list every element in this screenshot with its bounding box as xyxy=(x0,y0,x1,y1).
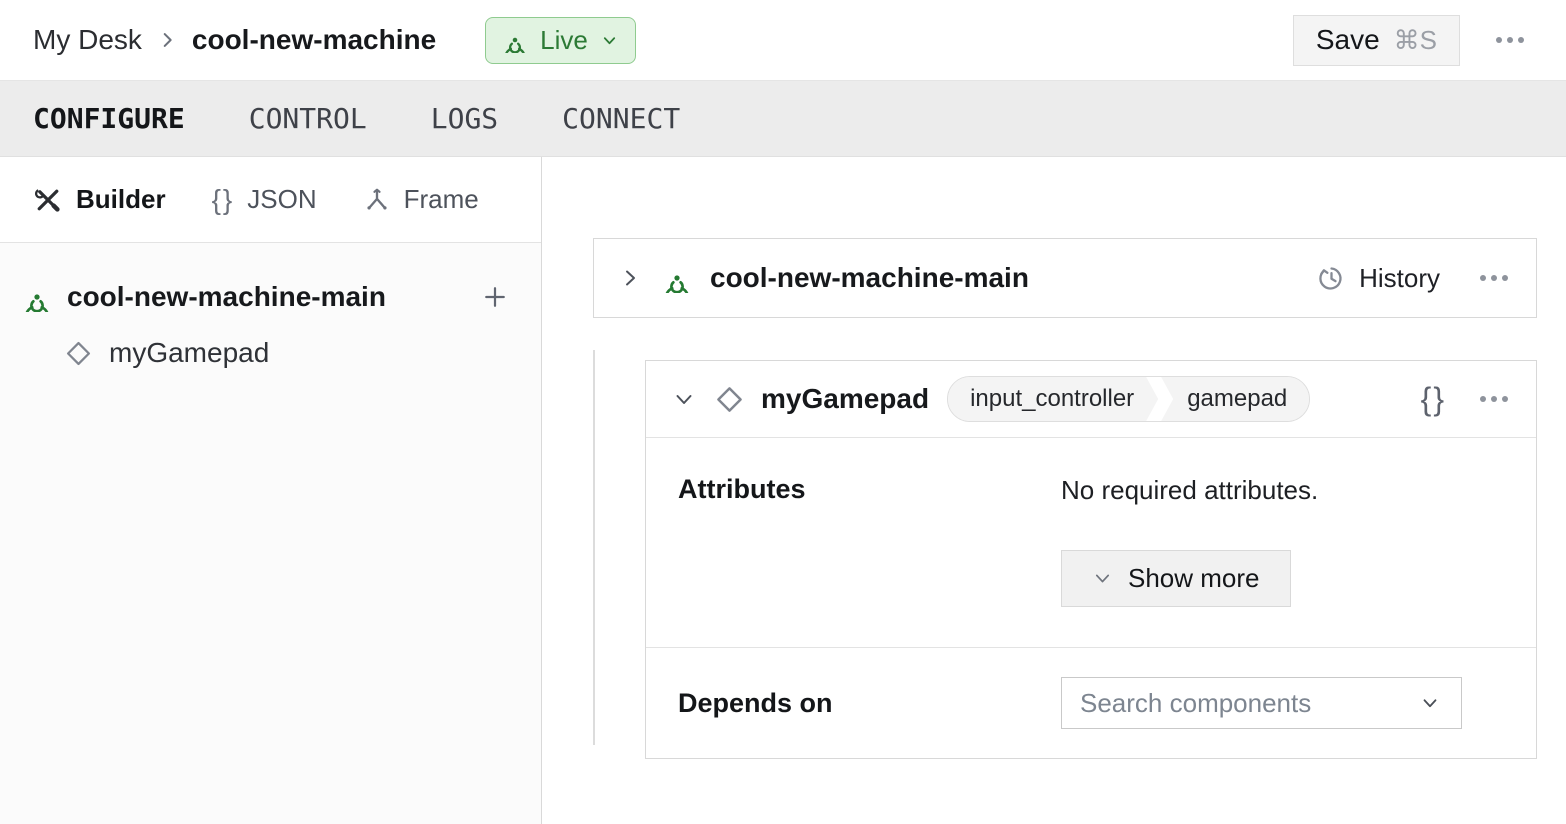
add-component-button[interactable] xyxy=(481,283,509,311)
expand-chevron-right-icon[interactable] xyxy=(618,266,642,290)
history-button[interactable]: History xyxy=(1317,263,1440,294)
chevron-down-icon xyxy=(1092,568,1113,589)
tree-machine-name: cool-new-machine-main xyxy=(67,281,466,313)
component-overflow-menu-icon[interactable] xyxy=(1480,396,1508,402)
chevron-down-icon xyxy=(1419,692,1441,714)
header-overflow-menu-icon[interactable] xyxy=(1496,37,1524,43)
component-card: myGamepad input_controller gamepad {} At… xyxy=(645,360,1537,759)
breadcrumb-root[interactable]: My Desk xyxy=(33,24,142,56)
machine-part-card: cool-new-machine-main History xyxy=(593,238,1537,318)
tree-item-machine[interactable]: cool-new-machine-main xyxy=(22,269,509,325)
component-diamond-icon xyxy=(64,339,93,368)
component-name: myGamepad xyxy=(761,383,929,415)
machine-live-icon xyxy=(502,27,528,53)
view-toggle-json[interactable]: {} JSON xyxy=(212,184,317,216)
view-toggle-json-label: JSON xyxy=(247,184,316,215)
view-toggle-builder[interactable]: Builder xyxy=(33,184,166,215)
edit-json-icon[interactable]: {} xyxy=(1421,381,1446,418)
component-diamond-icon xyxy=(714,384,745,415)
machine-tabbar: CONFIGURE CONTROL LOGS CONNECT xyxy=(0,81,1566,157)
breadcrumb: My Desk cool-new-machine xyxy=(33,24,436,56)
tools-icon xyxy=(33,185,63,215)
machine-part-icon xyxy=(662,263,692,293)
tree-component-name: myGamepad xyxy=(109,337,269,369)
collapse-chevron-down-icon[interactable] xyxy=(672,387,696,411)
component-tree: cool-new-machine-main myGamepad xyxy=(0,243,541,381)
attributes-label: Attributes xyxy=(678,474,1061,607)
save-button[interactable]: Save ⌘S xyxy=(1293,15,1460,66)
depends-on-placeholder: Search components xyxy=(1080,688,1419,719)
component-type-badge: input_controller gamepad xyxy=(947,376,1310,422)
attributes-section: Attributes No required attributes. Show … xyxy=(646,438,1536,647)
tab-connect[interactable]: CONNECT xyxy=(562,102,680,135)
braces-icon: {} xyxy=(212,184,235,216)
chevron-right-icon xyxy=(156,29,178,51)
view-toggle-frame-label: Frame xyxy=(404,184,479,215)
show-more-label: Show more xyxy=(1128,563,1260,594)
frame-axes-icon xyxy=(363,186,391,214)
depends-on-label: Depends on xyxy=(678,688,1061,719)
tab-configure[interactable]: CONFIGURE xyxy=(33,102,185,135)
live-status-dropdown[interactable]: Live xyxy=(485,17,636,64)
depends-on-search-select[interactable]: Search components xyxy=(1061,677,1462,729)
save-button-label: Save xyxy=(1316,24,1380,56)
component-model-label: gamepad xyxy=(1161,377,1309,421)
depends-on-section: Depends on Search components xyxy=(646,647,1536,758)
chevron-down-icon xyxy=(600,31,619,50)
view-toggle-frame[interactable]: Frame xyxy=(363,184,479,215)
app-header: My Desk cool-new-machine Live Save ⌘S xyxy=(0,0,1566,81)
tab-logs[interactable]: LOGS xyxy=(431,102,498,135)
breadcrumb-machine-name: cool-new-machine xyxy=(192,24,436,56)
save-shortcut-hint: ⌘S xyxy=(1394,25,1437,56)
configure-sidebar: Builder {} JSON Frame xyxy=(0,157,542,824)
history-clock-icon xyxy=(1317,264,1346,293)
machine-part-icon xyxy=(22,282,52,312)
tree-indent-guide xyxy=(593,350,595,745)
attributes-empty-text: No required attributes. xyxy=(1061,474,1504,506)
configure-main-panel: cool-new-machine-main History xyxy=(542,157,1566,824)
history-button-label: History xyxy=(1359,263,1440,294)
tab-control[interactable]: CONTROL xyxy=(249,102,367,135)
component-api-label: input_controller xyxy=(948,377,1158,421)
machine-card-overflow-menu-icon[interactable] xyxy=(1480,275,1508,281)
component-card-header: myGamepad input_controller gamepad {} xyxy=(646,361,1536,438)
tree-item-component[interactable]: myGamepad xyxy=(64,325,509,381)
view-mode-switcher: Builder {} JSON Frame xyxy=(0,157,541,243)
view-toggle-builder-label: Builder xyxy=(76,184,166,215)
machine-part-title: cool-new-machine-main xyxy=(710,262,1029,294)
show-more-button[interactable]: Show more xyxy=(1061,550,1291,607)
live-status-label: Live xyxy=(540,25,588,56)
